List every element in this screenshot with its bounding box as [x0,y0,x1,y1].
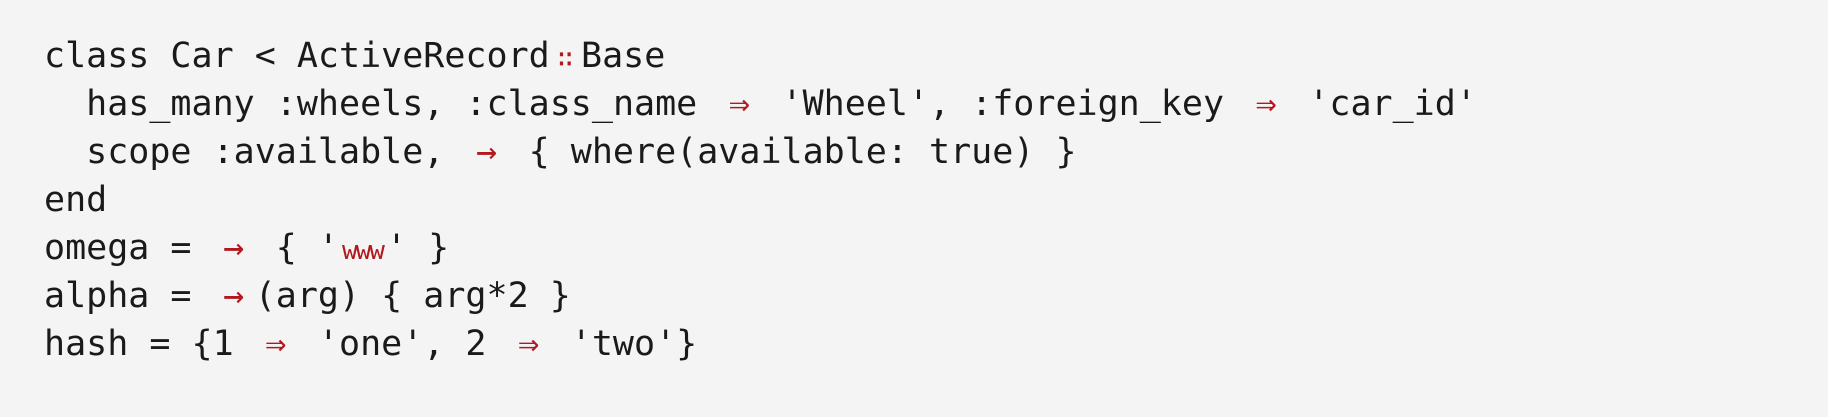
hash-rocket-operator: ⇒ [265,324,287,364]
code-text: class Car < ActiveRecord [44,36,550,76]
code-text: { ' [254,228,340,268]
code-text: scope :available, [44,132,466,172]
lambda-arrow-operator: → [223,228,245,268]
code-line-1: class Car < ActiveRecord ∷ Base [44,32,1828,80]
code-text: { where(available: true) } [507,132,1077,172]
code-text: has_many :wheels, :class_name [44,84,719,124]
code-line-2: has_many :wheels, :class_name ⇒ 'Wheel',… [44,80,1828,128]
code-block: class Car < ActiveRecord ∷ Base has_many :… [0,0,1828,417]
hash-rocket-operator: ⇒ [728,84,750,124]
www-ligature: www [342,236,385,266]
code-text: hash = {1 [44,324,255,364]
lambda-arrow-operator: → [475,132,498,172]
code-text: ' } [385,228,450,268]
code-line-4: end [44,176,1828,224]
code-text: 'Wheel', :foreign_key [760,84,1246,124]
hash-rocket-operator: ⇒ [1255,84,1277,124]
code-line-7: hash = {1 ⇒ 'one', 2 ⇒ 'two'} [44,320,1828,368]
code-text: alpha = [44,276,213,316]
code-text: 'two'} [549,324,698,364]
code-text: 'one', 2 [296,324,508,364]
code-line-5: omega = → { ' www' } [44,224,1828,272]
code-text: 'car_id' [1287,84,1477,124]
code-line-3: scope :available, → { where(available: t… [44,128,1828,176]
code-text: (arg) { arg*2 } [254,276,571,316]
code-line-6: alpha = → (arg) { arg*2 } [44,272,1828,320]
hash-rocket-operator: ⇒ [518,324,540,364]
code-text: omega = [44,228,213,268]
code-text: end [44,180,108,220]
lambda-arrow-operator: → [223,276,245,316]
code-text: Base [581,36,666,76]
scope-operator: ∷ [557,44,574,74]
